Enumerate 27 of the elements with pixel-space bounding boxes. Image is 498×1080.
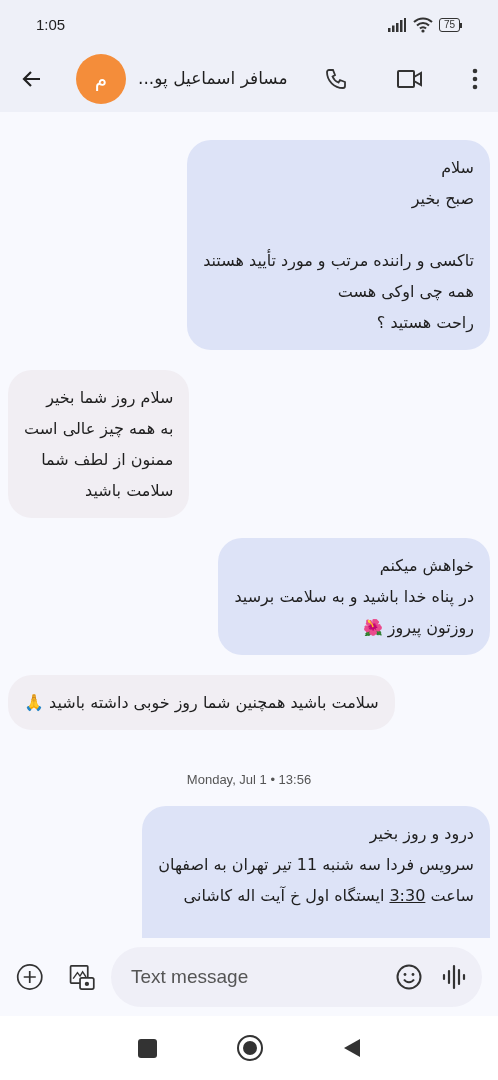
voice-waveform-icon[interactable] bbox=[442, 964, 466, 990]
phone-icon[interactable] bbox=[324, 67, 348, 91]
message-text: سلام صبح بخیر تاکسی و راننده مرتب و مورد تأیید هستند همه چی اوکی هست راحت هستید ؟ bbox=[203, 157, 474, 335]
back-triangle-icon[interactable] bbox=[342, 1038, 361, 1058]
date-divider: Monday, Jul 1 • 13:56 bbox=[186, 771, 312, 789]
message-bubble[interactable]: سلام صبح بخیر تاکسی و راننده مرتب و مورد تأیید هستند همه چی اوکی هست راحت هستید ؟ bbox=[187, 140, 490, 350]
emoji-icon[interactable] bbox=[396, 964, 422, 990]
message-bubble[interactable]: سلامت باشید همچنین شما روز خوبی داشته باشید 🙏 bbox=[8, 675, 395, 730]
message-bubble[interactable]: سلام روز شما بخیر به همه چیز عالی است ممنون از لطف شما سلامت باشید bbox=[8, 370, 190, 518]
signal-icon bbox=[386, 18, 407, 32]
video-camera-icon[interactable] bbox=[396, 68, 424, 90]
message-composer[interactable]: Text message bbox=[111, 947, 482, 1007]
time-link[interactable]: 3:30 bbox=[389, 885, 426, 905]
add-icon[interactable] bbox=[16, 961, 44, 993]
message-bubble[interactable]: خواهش میکنم در پناه خدا باشید و به سلامت برسید روزتون پیروز 🌺 bbox=[218, 538, 490, 655]
contact-name[interactable]: مسافر اسماعیل پو... bbox=[138, 66, 288, 92]
contact-avatar: م bbox=[76, 54, 126, 104]
message-input[interactable]: Text message bbox=[131, 962, 376, 992]
message-text: سلامت باشید همچنین شما روز خوبی داشته باشید 🙏 bbox=[24, 692, 379, 715]
status-time: 1:05 bbox=[36, 14, 66, 35]
recents-button[interactable] bbox=[137, 1038, 157, 1058]
message-text: خواهش میکنم در پناه خدا باشید و به سلامت برسید روزتون پیروز 🌺 bbox=[234, 555, 474, 640]
more-options-icon[interactable] bbox=[472, 68, 478, 90]
message-text: سلام روز شما بخیر به همه چیز عالی است ممنون از لطف شما سلامت باشید bbox=[24, 387, 174, 502]
battery-icon: 75 bbox=[438, 18, 462, 32]
home-button[interactable] bbox=[236, 1035, 263, 1061]
wifi-icon bbox=[412, 17, 433, 33]
